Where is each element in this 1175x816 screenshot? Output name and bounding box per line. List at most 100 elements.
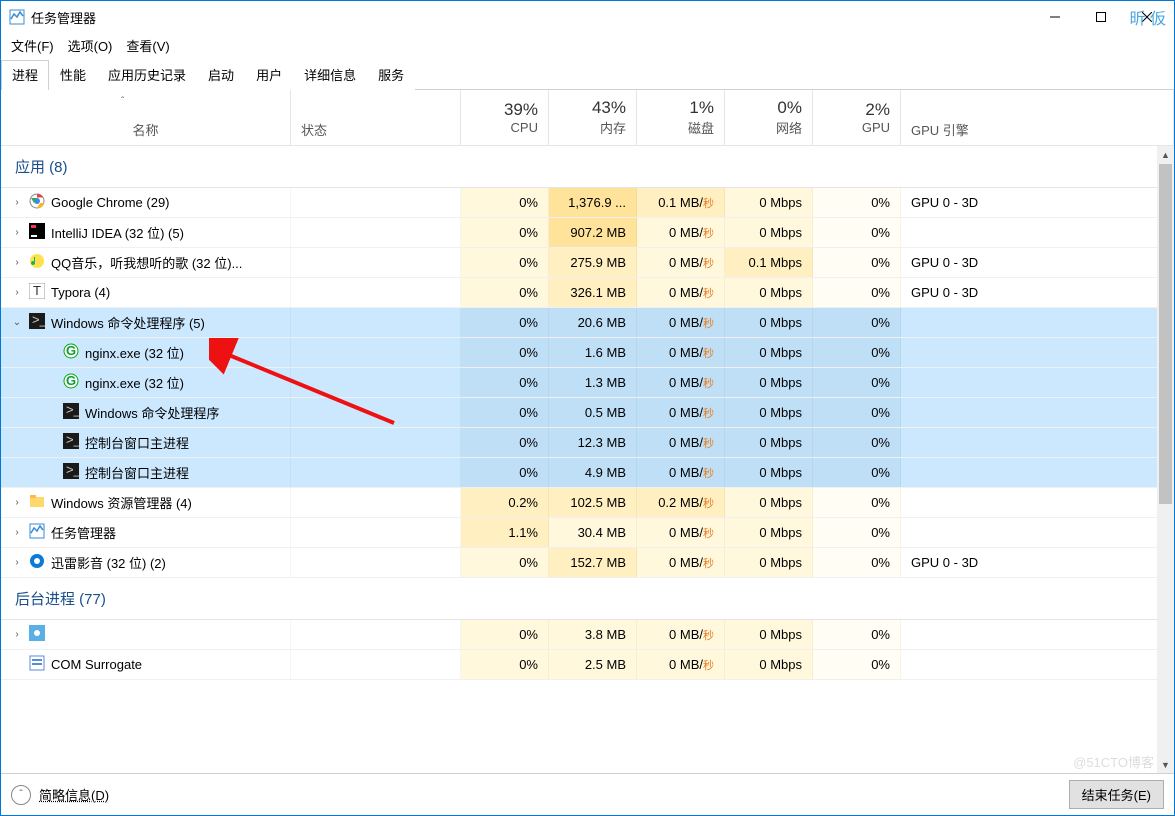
cell-network: 0 Mbps	[725, 620, 813, 649]
col-network[interactable]: 0%网络	[725, 90, 813, 145]
scrollbar-thumb[interactable]	[1159, 164, 1172, 504]
cell-disk: 0 MB/秒	[637, 248, 725, 277]
xunlei-icon	[29, 553, 45, 572]
expand-icon[interactable]: ⌄	[11, 317, 23, 328]
col-name[interactable]: ˆ 名称	[1, 90, 291, 145]
cell-disk: 0 MB/秒	[637, 518, 725, 547]
cell-memory: 4.9 MB	[549, 458, 637, 487]
window-title: 任务管理器	[31, 8, 96, 27]
cell-gpu: 0%	[813, 308, 901, 337]
process-row[interactable]: › Windows 资源管理器 (4) 0.2% 102.5 MB 0.2 MB…	[1, 488, 1174, 518]
process-row[interactable]: ⌄ >_ Windows 命令处理程序 (5) 0% 20.6 MB 0 MB/…	[1, 308, 1174, 338]
col-memory[interactable]: 43%内存	[549, 90, 637, 145]
scrollbar[interactable]: ▲ ▼	[1157, 146, 1174, 773]
process-name: Windows 命令处理程序 (5)	[51, 313, 205, 332]
cell-network: 0 Mbps	[725, 488, 813, 517]
tab-2[interactable]: 应用历史记录	[97, 60, 197, 90]
svg-text:G: G	[66, 343, 76, 358]
maximize-button[interactable]	[1078, 1, 1124, 33]
process-row[interactable]: › QQ音乐，听我想听的歌 (32 位)... 0% 275.9 MB 0 MB…	[1, 248, 1174, 278]
process-name: COM Surrogate	[51, 657, 142, 672]
process-row[interactable]: >_ Windows 命令处理程序 0% 0.5 MB 0 MB/秒 0 Mbp…	[1, 398, 1174, 428]
process-row[interactable]: › Google Chrome (29) 0% 1,376.9 ... 0.1 …	[1, 188, 1174, 218]
process-list[interactable]: 应用 (8) › Google Chrome (29) 0% 1,376.9 .…	[1, 146, 1174, 773]
cell-state	[291, 458, 461, 487]
process-row[interactable]: G nginx.exe (32 位) 0% 1.3 MB 0 MB/秒 0 Mb…	[1, 368, 1174, 398]
col-state[interactable]: 状态	[291, 90, 461, 145]
scroll-up-icon[interactable]: ▲	[1157, 146, 1174, 163]
cell-gpu-engine	[901, 428, 1174, 457]
menu-options[interactable]: 选项(O)	[68, 36, 113, 55]
expand-icon[interactable]: ›	[11, 497, 23, 508]
tab-0[interactable]: 进程	[1, 60, 49, 90]
cell-disk: 0 MB/秒	[637, 650, 725, 679]
cell-cpu: 0%	[461, 650, 549, 679]
cell-gpu-engine	[901, 368, 1174, 397]
expand-icon[interactable]: ›	[11, 527, 23, 538]
menu-file[interactable]: 文件(F)	[11, 36, 54, 55]
close-button[interactable]	[1124, 1, 1170, 33]
cell-disk: 0 MB/秒	[637, 398, 725, 427]
process-row[interactable]: COM Surrogate 0% 2.5 MB 0 MB/秒 0 Mbps 0%	[1, 650, 1174, 680]
tab-4[interactable]: 用户	[245, 60, 293, 90]
expand-icon[interactable]: ›	[11, 287, 23, 298]
process-name: Typora (4)	[51, 285, 110, 300]
footer: ˆ 简略信息(D) 结束任务(E)	[1, 773, 1174, 815]
cell-state	[291, 368, 461, 397]
end-task-button[interactable]: 结束任务(E)	[1069, 780, 1164, 809]
process-name: 任务管理器	[51, 523, 116, 542]
cell-state	[291, 338, 461, 367]
cell-network: 0 Mbps	[725, 308, 813, 337]
cell-memory: 3.8 MB	[549, 620, 637, 649]
process-row[interactable]: G nginx.exe (32 位) 0% 1.6 MB 0 MB/秒 0 Mb…	[1, 338, 1174, 368]
col-disk[interactable]: 1%磁盘	[637, 90, 725, 145]
scroll-down-icon[interactable]: ▼	[1157, 756, 1174, 773]
expand-icon[interactable]: ›	[11, 629, 23, 640]
section-apps: 应用 (8)	[1, 146, 1174, 188]
minimize-button[interactable]	[1032, 1, 1078, 33]
tab-5[interactable]: 详细信息	[293, 60, 367, 90]
tab-3[interactable]: 启动	[197, 60, 245, 90]
process-name: 控制台窗口主进程	[85, 433, 189, 452]
intellij-icon	[29, 223, 45, 242]
process-row[interactable]: › 0% 3.8 MB 0 MB/秒 0 Mbps 0%	[1, 620, 1174, 650]
com-icon	[29, 655, 45, 674]
process-row[interactable]: › T Typora (4) 0% 326.1 MB 0 MB/秒 0 Mbps…	[1, 278, 1174, 308]
cell-memory: 0.5 MB	[549, 398, 637, 427]
expand-icon[interactable]: ›	[11, 197, 23, 208]
expand-icon[interactable]: ›	[11, 257, 23, 268]
process-row[interactable]: › IntelliJ IDEA (32 位) (5) 0% 907.2 MB 0…	[1, 218, 1174, 248]
process-row[interactable]: >_ 控制台窗口主进程 0% 12.3 MB 0 MB/秒 0 Mbps 0%	[1, 428, 1174, 458]
cell-cpu: 0.2%	[461, 488, 549, 517]
explorer-icon	[29, 493, 45, 512]
expand-icon[interactable]: ›	[11, 557, 23, 568]
cell-memory: 12.3 MB	[549, 428, 637, 457]
cell-state	[291, 518, 461, 547]
cell-gpu: 0%	[813, 548, 901, 577]
cmd-icon: >_	[63, 433, 79, 452]
col-gpu-engine[interactable]: GPU 引擎	[901, 90, 1174, 145]
cell-memory: 907.2 MB	[549, 218, 637, 247]
cell-state	[291, 650, 461, 679]
cell-gpu: 0%	[813, 278, 901, 307]
cell-network: 0 Mbps	[725, 398, 813, 427]
process-row[interactable]: › 迅雷影音 (32 位) (2) 0% 152.7 MB 0 MB/秒 0 M…	[1, 548, 1174, 578]
cell-network: 0 Mbps	[725, 518, 813, 547]
process-name: QQ音乐，听我想听的歌 (32 位)...	[51, 253, 242, 272]
cell-gpu: 0%	[813, 458, 901, 487]
cell-gpu-engine: GPU 0 - 3D	[901, 278, 1174, 307]
cell-name: G nginx.exe (32 位)	[1, 368, 291, 397]
tab-6[interactable]: 服务	[367, 60, 415, 90]
tab-1[interactable]: 性能	[49, 60, 97, 90]
fewer-details-link[interactable]: 简略信息(D)	[39, 785, 109, 804]
fewer-details-icon[interactable]: ˆ	[11, 785, 31, 805]
process-row[interactable]: › 任务管理器 1.1% 30.4 MB 0 MB/秒 0 Mbps 0%	[1, 518, 1174, 548]
menu-view[interactable]: 查看(V)	[126, 36, 169, 55]
col-cpu[interactable]: 39%CPU	[461, 90, 549, 145]
expand-icon[interactable]: ›	[11, 227, 23, 238]
cmd-icon: >_	[63, 463, 79, 482]
process-row[interactable]: >_ 控制台窗口主进程 0% 4.9 MB 0 MB/秒 0 Mbps 0%	[1, 458, 1174, 488]
cell-network: 0 Mbps	[725, 188, 813, 217]
cell-name: G nginx.exe (32 位)	[1, 338, 291, 367]
col-gpu[interactable]: 2%GPU	[813, 90, 901, 145]
